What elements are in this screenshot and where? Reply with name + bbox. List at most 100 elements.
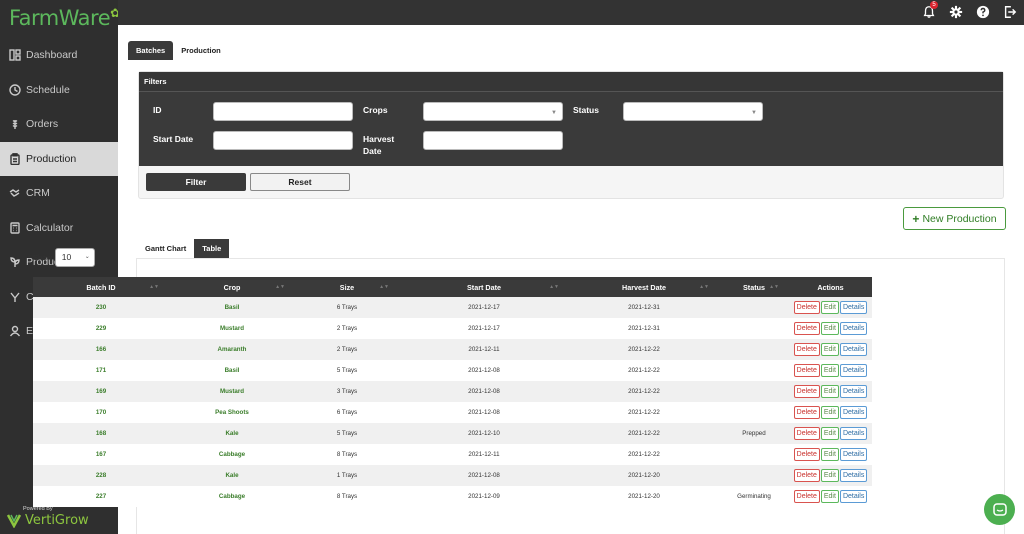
logout-button[interactable] (1002, 4, 1017, 19)
delete-button[interactable]: Delete (793, 490, 820, 503)
batch-id-cell[interactable]: 227 (33, 486, 169, 507)
edit-button[interactable]: Edit (820, 385, 839, 398)
edit-button[interactable]: Edit (820, 406, 839, 419)
status-cell (719, 402, 789, 423)
id-label: ID (153, 105, 162, 115)
powered-by: Powered By VertiGrow (6, 506, 89, 528)
status-cell (719, 465, 789, 486)
sidebar-item-dashboard[interactable]: Dashboard (0, 38, 118, 73)
batch-id-cell[interactable]: 229 (33, 318, 169, 339)
status-cell: Prepped (742, 430, 766, 437)
crop-cell: Amaranth (217, 346, 247, 353)
delete-button[interactable]: Delete (793, 448, 820, 461)
table-row: 171 Basil 5 Trays 2021-12-08 2021-12-22 Delet… (33, 360, 872, 381)
sidebar-item-orders[interactable]: Orders (0, 107, 118, 142)
column-header[interactable]: Batch ID ▲▼ (33, 277, 169, 297)
actions-cell: Delete Edit Details (789, 360, 872, 381)
batch-id-cell[interactable]: 166 (33, 339, 169, 360)
sidebar-item-calculator[interactable]: Calculator (0, 211, 118, 246)
column-header[interactable]: Crop ▲▼ (169, 277, 295, 297)
actions-cell: Delete Edit Details (789, 423, 872, 444)
actions-cell: Delete Edit Details (789, 297, 872, 318)
batch-id-cell[interactable]: 167 (33, 444, 169, 465)
details-button[interactable]: Details (839, 490, 868, 503)
column-header[interactable]: Harvest Date ▲▼ (569, 277, 719, 297)
table-row: 227 Cabbage 8 Trays 2021-12-09 2021-12-20 Ger… (33, 486, 872, 507)
status-select[interactable]: ▼ (623, 102, 763, 121)
status-cell (719, 444, 789, 465)
settings-button[interactable] (948, 4, 963, 19)
batch-id-cell[interactable]: 228 (33, 465, 169, 486)
status-cell (719, 339, 789, 360)
edit-button[interactable]: Edit (820, 322, 839, 335)
actions-cell: Delete Edit Details (789, 381, 872, 402)
page-size-select[interactable]: 10 ⌄ (54, 248, 95, 267)
notification-badge: 5 (930, 1, 938, 9)
batch-id-cell[interactable]: 230 (33, 297, 169, 318)
edit-button[interactable]: Edit (820, 490, 839, 503)
column-header[interactable]: Start Date ▲▼ (399, 277, 569, 297)
reset-button[interactable]: Reset (250, 173, 350, 191)
details-button[interactable]: Details (839, 364, 868, 377)
delete-button[interactable]: Delete (793, 343, 820, 356)
edit-button[interactable]: Edit (820, 427, 839, 440)
edit-button[interactable]: Edit (820, 364, 839, 377)
start-date-cell: 2021-12-17 (468, 325, 500, 332)
delete-button[interactable]: Delete (793, 469, 820, 482)
notifications-button[interactable]: 5 (921, 1, 938, 19)
sidebar-item-production[interactable]: Production (0, 141, 118, 176)
delete-button[interactable]: Delete (793, 385, 820, 398)
details-button[interactable]: Details (839, 427, 868, 440)
size-cell: 6 Trays (336, 304, 358, 311)
delete-button[interactable]: Delete (793, 322, 820, 335)
details-button[interactable]: Details (839, 406, 868, 419)
batch-id-cell[interactable]: 168 (33, 423, 169, 444)
crops-select[interactable]: ▼ (423, 102, 563, 121)
brand-name: FarmWare (9, 6, 111, 30)
edit-button[interactable]: Edit (820, 343, 839, 356)
tab-production[interactable]: Production (173, 41, 229, 60)
start-date-input[interactable] (213, 131, 353, 150)
edit-button[interactable]: Edit (820, 301, 839, 314)
help-button[interactable] (975, 4, 990, 19)
delete-button[interactable]: Delete (793, 427, 820, 440)
sidebar-item-schedule[interactable]: Schedule (0, 73, 118, 108)
column-header[interactable]: Size ▲▼ (295, 277, 399, 297)
start-date-cell: 2021-12-17 (468, 304, 500, 311)
chat-launcher-button[interactable] (984, 494, 1015, 525)
chat-icon (992, 502, 1007, 516)
delete-button[interactable]: Delete (793, 406, 820, 419)
filter-button[interactable]: Filter (146, 173, 246, 191)
batch-id-cell[interactable]: 169 (33, 381, 169, 402)
size-cell: 3 Trays (336, 388, 358, 395)
tab-table[interactable]: Table (194, 239, 230, 258)
brand-logo[interactable]: FarmWare✿ (0, 0, 120, 38)
size-cell: 2 Trays (336, 325, 358, 332)
edit-button[interactable]: Edit (820, 469, 839, 482)
new-production-button[interactable]: + New Production (903, 207, 1006, 230)
delete-button[interactable]: Delete (793, 364, 820, 377)
delete-button[interactable]: Delete (793, 301, 820, 314)
actions-cell: Delete Edit Details (789, 465, 872, 486)
sidebar-item-crm[interactable]: CRM (0, 176, 118, 211)
seedling-icon (9, 256, 21, 268)
id-input[interactable] (213, 102, 353, 121)
batch-id-cell[interactable]: 170 (33, 402, 169, 423)
edit-button[interactable]: Edit (820, 448, 839, 461)
details-button[interactable]: Details (839, 385, 868, 398)
crop-cell: Mustard (219, 325, 245, 332)
details-button[interactable]: Details (839, 448, 868, 461)
batch-id-cell[interactable]: 171 (33, 360, 169, 381)
details-button[interactable]: Details (839, 469, 868, 482)
harvest-date-input[interactable] (423, 131, 563, 150)
tab-batches[interactable]: Batches (128, 41, 174, 60)
details-button[interactable]: Details (839, 301, 868, 314)
vertigrow-leaf-icon (6, 514, 22, 528)
details-button[interactable]: Details (839, 343, 868, 356)
help-icon (976, 5, 989, 18)
page-size-control: Show 10 ⌄ (33, 248, 95, 267)
tab-gantt-chart[interactable]: Gantt Chart (137, 239, 194, 258)
sidebar-item-label: Orders (26, 118, 59, 131)
details-button[interactable]: Details (839, 322, 868, 335)
column-header[interactable]: Status ▲▼ (719, 277, 789, 297)
